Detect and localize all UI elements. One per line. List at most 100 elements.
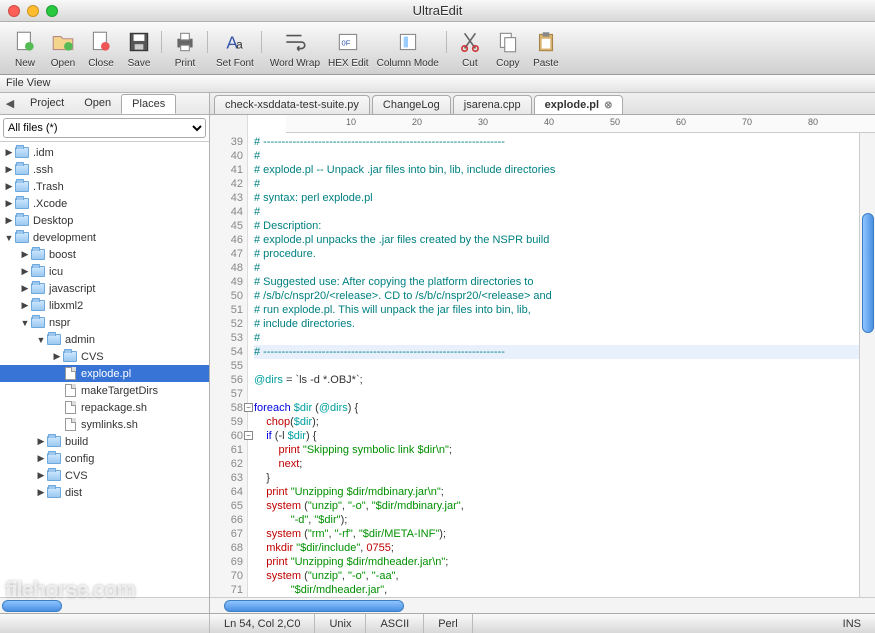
code-line[interactable]: system ("unzip", "-o", "$dir/mdbinary.ja… [254, 499, 859, 513]
tree-folder-cvs[interactable]: ▶CVS [0, 348, 209, 365]
sidebar-tab-open[interactable]: Open [74, 94, 121, 113]
sidebar-hscrollbar[interactable] [0, 597, 209, 613]
code-line[interactable]: # [254, 177, 859, 191]
disclosure-arrow-icon[interactable]: ▶ [20, 266, 30, 277]
tree-file-symlinks-sh[interactable]: symlinks.sh [0, 416, 209, 433]
tree-folder-build[interactable]: ▶build [0, 433, 209, 450]
code-line[interactable]: # --------------------------------------… [254, 345, 859, 359]
editor-tab-jsarena-cpp[interactable]: jsarena.cpp [453, 95, 532, 114]
code-line[interactable]: # [254, 331, 859, 345]
code-line[interactable]: # Suggested use: After copying the platf… [254, 275, 859, 289]
disclosure-arrow-icon[interactable]: ▶ [4, 147, 14, 158]
print-button[interactable]: Print [170, 27, 200, 69]
disclosure-arrow-icon[interactable]: ▶ [36, 470, 46, 481]
tree-folder-desktop[interactable]: ▶Desktop [0, 212, 209, 229]
sidebar-prev-icon[interactable]: ◀ [0, 94, 20, 114]
code-line[interactable]: mkdir "$dir/include", 0755; [254, 541, 859, 555]
tree-folder--xcode[interactable]: ▶.Xcode [0, 195, 209, 212]
editor-hscrollbar[interactable] [210, 597, 875, 613]
tree-folder-development[interactable]: ▼development [0, 229, 209, 246]
disclosure-arrow-icon[interactable]: ▶ [36, 436, 46, 447]
tree-folder-admin[interactable]: ▼admin [0, 331, 209, 348]
code-line[interactable]: system ("unzip", "-o", "-aa", [254, 569, 859, 583]
tab-close-icon[interactable]: ⊗ [604, 100, 612, 111]
code-line[interactable]: @dirs = `ls -d *.OBJ*`; [254, 373, 859, 387]
editor-tab-explode-pl[interactable]: explode.pl⊗ [534, 95, 624, 114]
code-line[interactable]: # [254, 261, 859, 275]
status-encoding[interactable]: ASCII [366, 614, 424, 633]
tree-folder-icu[interactable]: ▶icu [0, 263, 209, 280]
code-line[interactable] [254, 387, 859, 401]
disclosure-arrow-icon[interactable]: ▶ [4, 164, 14, 175]
tree-folder--ssh[interactable]: ▶.ssh [0, 161, 209, 178]
disclosure-arrow-icon[interactable]: ▶ [52, 351, 62, 362]
sidebar-tab-project[interactable]: Project [20, 94, 74, 113]
disclosure-arrow-icon[interactable]: ▶ [20, 300, 30, 311]
status-insert-mode[interactable]: INS [829, 614, 875, 633]
code-line[interactable]: print "Unzipping $dir/mdbinary.jar\n"; [254, 485, 859, 499]
hexedit-button[interactable]: 0FHEX Edit [328, 27, 369, 69]
code-line[interactable]: system ("rm", "-rf", "$dir/META-INF"); [254, 527, 859, 541]
tree-folder-nspr[interactable]: ▼nspr [0, 314, 209, 331]
editor-vscrollbar[interactable] [859, 133, 875, 597]
code-line[interactable]: print "Skipping symbolic link $dir\n"; [254, 443, 859, 457]
code-line[interactable]: # --------------------------------------… [254, 135, 859, 149]
code-line[interactable]: # Description: [254, 219, 859, 233]
wordwrap-button[interactable]: Word Wrap [270, 27, 320, 69]
disclosure-arrow-icon[interactable]: ▼ [36, 335, 46, 345]
code-line[interactable]: # syntax: perl explode.pl [254, 191, 859, 205]
tree-folder-dist[interactable]: ▶dist [0, 484, 209, 501]
tree-folder-javascript[interactable]: ▶javascript [0, 280, 209, 297]
code-line[interactable]: # /s/b/c/nspr20/<release>. CD to /s/b/c/… [254, 289, 859, 303]
tree-folder-boost[interactable]: ▶boost [0, 246, 209, 263]
sidebar-tab-places[interactable]: Places [121, 94, 176, 114]
code-line[interactable]: # [254, 205, 859, 219]
disclosure-arrow-icon[interactable]: ▶ [36, 453, 46, 464]
disclosure-arrow-icon[interactable]: ▶ [4, 198, 14, 209]
tree-file-explode-pl[interactable]: explode.pl [0, 365, 209, 382]
code-line[interactable]: foreach $dir (@dirs) { [254, 401, 859, 415]
code-line[interactable]: "-d", "$dir"); [254, 513, 859, 527]
status-language[interactable]: Perl [424, 614, 473, 633]
tree-folder-libxml2[interactable]: ▶libxml2 [0, 297, 209, 314]
code-line[interactable]: chop($dir); [254, 415, 859, 429]
file-tree[interactable]: ▶.idm▶.ssh▶.Trash▶.Xcode▶Desktop▼develop… [0, 142, 209, 597]
code-line[interactable] [254, 359, 859, 373]
code-area[interactable]: # --------------------------------------… [248, 133, 859, 597]
tree-file-repackage-sh[interactable]: repackage.sh [0, 399, 209, 416]
code-line[interactable]: "$dir/mdheader.jar", [254, 583, 859, 597]
disclosure-arrow-icon[interactable]: ▶ [4, 181, 14, 192]
code-line[interactable]: # include directories. [254, 317, 859, 331]
editor-tab-changelog[interactable]: ChangeLog [372, 95, 451, 114]
tree-folder-config[interactable]: ▶config [0, 450, 209, 467]
paste-button[interactable]: Paste [531, 27, 561, 69]
copy-button[interactable]: Copy [493, 27, 523, 69]
disclosure-arrow-icon[interactable]: ▼ [4, 233, 14, 243]
code-line[interactable]: # explode.pl -- Unpack .jar files into b… [254, 163, 859, 177]
disclosure-arrow-icon[interactable]: ▶ [36, 487, 46, 498]
code-line[interactable]: next; [254, 457, 859, 471]
status-eol[interactable]: Unix [315, 614, 366, 633]
open-button[interactable]: Open [48, 27, 78, 69]
tree-folder-cvs[interactable]: ▶CVS [0, 467, 209, 484]
save-button[interactable]: Save [124, 27, 154, 69]
cut-button[interactable]: Cut [455, 27, 485, 69]
setfont-button[interactable]: AaSet Font [216, 27, 254, 69]
tree-file-maketargetdirs[interactable]: makeTargetDirs [0, 382, 209, 399]
close-button[interactable]: Close [86, 27, 116, 69]
columnmode-button[interactable]: Column Mode [377, 27, 439, 69]
file-filter-select[interactable]: All files (*) [3, 118, 206, 138]
code-line[interactable]: # run explode.pl. This will unpack the j… [254, 303, 859, 317]
editor-tab-check-xsddata-test-suite-py[interactable]: check-xsddata-test-suite.py [214, 95, 370, 114]
disclosure-arrow-icon[interactable]: ▶ [20, 249, 30, 260]
disclosure-arrow-icon[interactable]: ▶ [4, 215, 14, 226]
tree-folder--trash[interactable]: ▶.Trash [0, 178, 209, 195]
new-button[interactable]: New [10, 27, 40, 69]
code-line[interactable]: if (-l $dir) { [254, 429, 859, 443]
disclosure-arrow-icon[interactable]: ▼ [20, 318, 30, 328]
code-line[interactable]: # procedure. [254, 247, 859, 261]
disclosure-arrow-icon[interactable]: ▶ [20, 283, 30, 294]
tree-folder--idm[interactable]: ▶.idm [0, 144, 209, 161]
code-line[interactable]: # explode.pl unpacks the .jar files crea… [254, 233, 859, 247]
code-line[interactable]: # [254, 149, 859, 163]
